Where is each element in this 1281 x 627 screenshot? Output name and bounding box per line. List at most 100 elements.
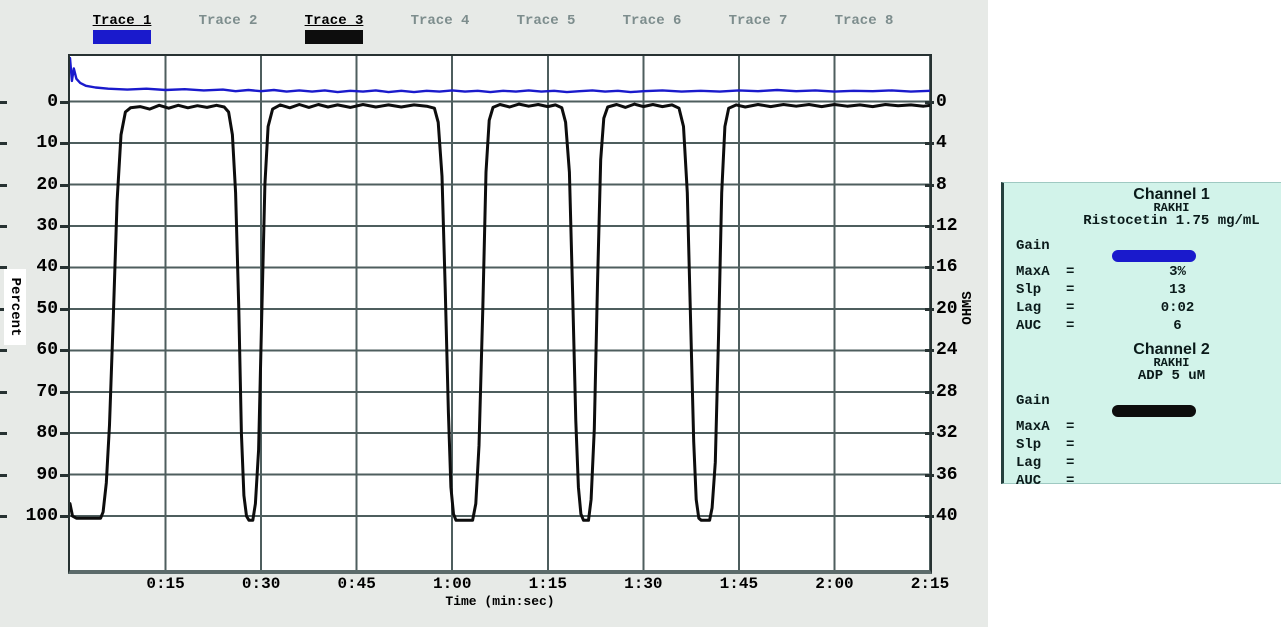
y-right-tick-label: 8 [936,176,988,194]
edge-tick-mark [0,391,7,394]
tab-trace-8[interactable]: Trace 8 [814,13,914,29]
y-left-tick-label: 90 [6,466,58,484]
equals-sign: = [1066,419,1088,435]
tab-trace-4[interactable]: Trace 4 [390,13,490,29]
y-axis-title-percent: Percent [4,269,26,345]
reagent-label: Ristocetin 1.75 mg/mL [1062,214,1281,228]
x-tick-label: 1:45 [704,575,774,593]
tab-trace-5[interactable]: Trace 5 [496,13,596,29]
stat-label: MaxA [1016,264,1066,280]
equals-sign: = [1066,437,1088,453]
y-left-tick-label: 70 [6,383,58,401]
x-tick-label: 1:30 [608,575,678,593]
equals-sign: = [1066,282,1088,298]
gain-color-swatch [1112,250,1196,262]
gain-label: Gain [1016,393,1066,409]
y-left-tick-mark [60,266,69,269]
tab-trace-6[interactable]: Trace 6 [602,13,702,29]
y-left-tick-mark [60,308,69,311]
y-left-tick-label: 80 [6,424,58,442]
y-left-tick-label: 30 [6,217,58,235]
equals-sign: = [1066,300,1088,316]
y-left-tick-label: 10 [6,134,58,152]
equals-sign: = [1066,455,1088,471]
y-left-tick-mark [60,101,69,104]
stat-value: 13 [1088,282,1267,298]
equals-sign: = [1066,473,1088,489]
edge-tick-mark [0,432,7,435]
x-tick-label: 2:00 [799,575,869,593]
y-right-tick-mark [925,391,934,394]
stat-label: AUC [1016,473,1066,489]
y-right-tick-mark [925,308,934,311]
y-right-tick-label: 32 [936,424,988,442]
y-right-tick-label: 28 [936,383,988,401]
y-right-tick-mark [925,432,934,435]
trace-color-swatch [305,30,363,44]
stat-row-auc: AUC= [1004,473,1281,491]
y-right-tick-mark [925,142,934,145]
y-left-tick-mark [60,432,69,435]
y-left-tick-mark [60,349,69,352]
stat-value: 3% [1088,264,1267,280]
y-left-tick-label: 100 [6,507,58,525]
x-tick-label: 1:00 [417,575,487,593]
stat-row-auc: AUC=6 [1004,318,1281,336]
y-left-tick-mark [60,142,69,145]
gain-color-swatch [1112,405,1196,417]
stat-row-lag: Lag=0:02 [1004,300,1281,318]
trace-color-swatch [93,30,151,44]
y-right-tick-label: 40 [936,507,988,525]
y-right-tick-mark [925,474,934,477]
channel-title: Channel 2 [1062,342,1281,357]
stat-label: Lag [1016,300,1066,316]
stat-row-slp: Slp=13 [1004,282,1281,300]
y-right-tick-mark [925,349,934,352]
reagent-label: ADP 5 uM [1062,369,1281,383]
stat-row-slp: Slp= [1004,437,1281,455]
trace-chart [70,56,930,570]
y-left-tick-mark [60,474,69,477]
tab-trace-7[interactable]: Trace 7 [708,13,808,29]
stat-value: 6 [1088,318,1267,334]
x-tick-label: 0:45 [322,575,392,593]
y-right-tick-mark [925,225,934,228]
edge-tick-mark [0,101,7,104]
y-left-tick-mark [60,515,69,518]
edge-tick-mark [0,474,7,477]
y-right-tick-mark [925,184,934,187]
tab-trace-2[interactable]: Trace 2 [178,13,278,29]
stat-row-maxa: MaxA= [1004,419,1281,437]
y-left-tick-label: 0 [6,93,58,111]
tab-trace-3[interactable]: Trace 3 [284,13,384,29]
trace-line [70,104,930,520]
results-panel: Channel 1RAKHIRistocetin 1.75 mg/mLGainM… [1001,182,1281,484]
x-tick-label: 0:30 [226,575,296,593]
stat-label: MaxA [1016,419,1066,435]
gain-row: Gain [1004,393,1281,419]
stat-row-maxa: MaxA=3% [1004,264,1281,282]
stat-label: AUC [1016,318,1066,334]
y-right-tick-label: 4 [936,134,988,152]
y-right-tick-label: 24 [936,341,988,359]
y-right-tick-mark [925,266,934,269]
edge-tick-mark [0,515,7,518]
y-left-tick-mark [60,391,69,394]
y-right-tick-label: 0 [936,93,988,111]
aggregometer-window: Trace 1 Trace 2 Trace 3 Trace 4 Trace 5 Trace… [0,0,1281,627]
stat-value: 0:02 [1088,300,1267,316]
y-left-tick-label: 20 [6,176,58,194]
stat-label: Slp [1016,282,1066,298]
channel-title: Channel 1 [1062,187,1281,202]
tab-trace-1[interactable]: Trace 1 [72,13,172,29]
y-right-tick-label: 16 [936,258,988,276]
y-left-tick-mark [60,184,69,187]
equals-sign: = [1066,264,1088,280]
y-right-tick-mark [925,515,934,518]
x-axis-title: Time (min:sec) [340,594,660,609]
edge-tick-mark [0,142,7,145]
y-right-tick-mark [925,101,934,104]
trace-line [70,58,930,92]
y-right-tick-label: 12 [936,217,988,235]
y-axis-title-ohms: OHMS [958,278,978,338]
